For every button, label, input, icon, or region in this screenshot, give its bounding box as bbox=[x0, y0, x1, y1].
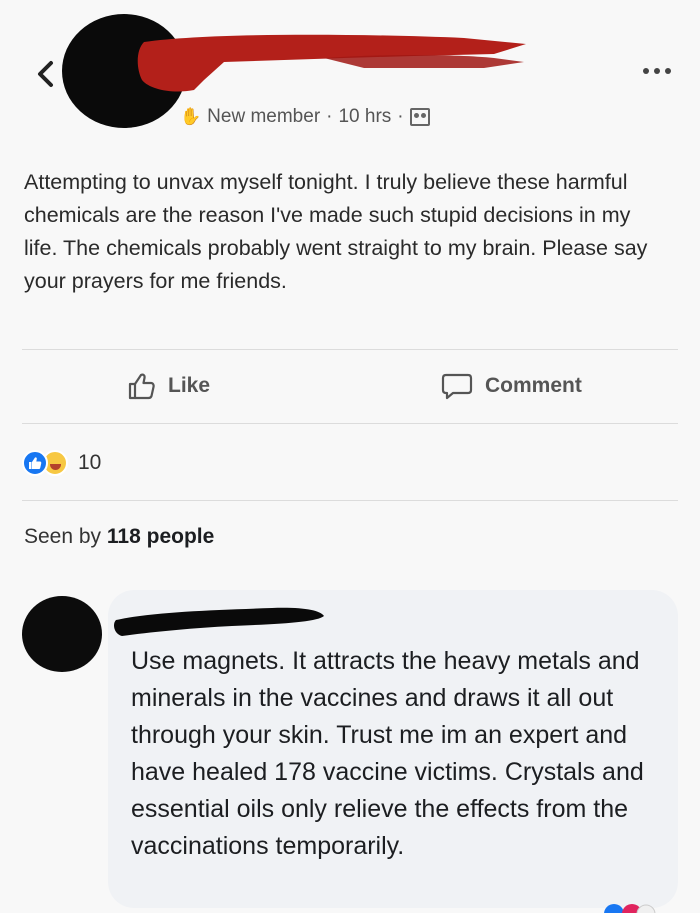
seen-by-prefix: Seen by bbox=[24, 525, 102, 548]
reaction-count: 10 bbox=[78, 451, 102, 474]
meta-separator: · bbox=[397, 106, 404, 127]
waving-hand-icon: ✋ bbox=[180, 107, 202, 126]
comment-reaction-badge[interactable] bbox=[596, 898, 686, 913]
comment-button[interactable]: Comment bbox=[441, 370, 582, 402]
post-time[interactable]: 10 hrs bbox=[338, 106, 391, 128]
commenter-avatar-redacted[interactable] bbox=[22, 596, 102, 672]
like-button[interactable]: Like bbox=[126, 370, 210, 402]
author-name-redacted[interactable] bbox=[134, 28, 534, 96]
comment-label: Comment bbox=[485, 374, 582, 397]
thumbs-up-icon bbox=[128, 373, 155, 400]
chevron-left-icon[interactable] bbox=[30, 58, 62, 90]
new-member-badge: New member bbox=[207, 106, 321, 127]
divider bbox=[22, 500, 678, 501]
meta-separator: · bbox=[326, 106, 333, 127]
commenter-name-redacted[interactable] bbox=[112, 598, 328, 640]
like-reaction-icon bbox=[22, 450, 48, 476]
reaction-summary[interactable]: 10 bbox=[22, 447, 101, 479]
action-bar: Like Comment bbox=[0, 350, 700, 422]
comment-text: Use magnets. It attracts the heavy metal… bbox=[131, 647, 644, 860]
seen-by[interactable]: Seen by 118 people bbox=[24, 525, 214, 549]
like-label: Like bbox=[168, 374, 211, 397]
comment-bubble-icon bbox=[441, 373, 473, 400]
seen-by-count: 118 people bbox=[106, 525, 215, 548]
post-body-text: Attempting to unvax myself tonight. I tr… bbox=[24, 170, 648, 293]
more-options-icon[interactable] bbox=[643, 64, 679, 78]
group-audience-icon[interactable] bbox=[409, 108, 430, 126]
post-header: ✋ New member · 10 hrs · bbox=[0, 0, 700, 150]
divider bbox=[22, 423, 678, 424]
post-meta: ✋ New member · 10 hrs · bbox=[180, 104, 430, 130]
